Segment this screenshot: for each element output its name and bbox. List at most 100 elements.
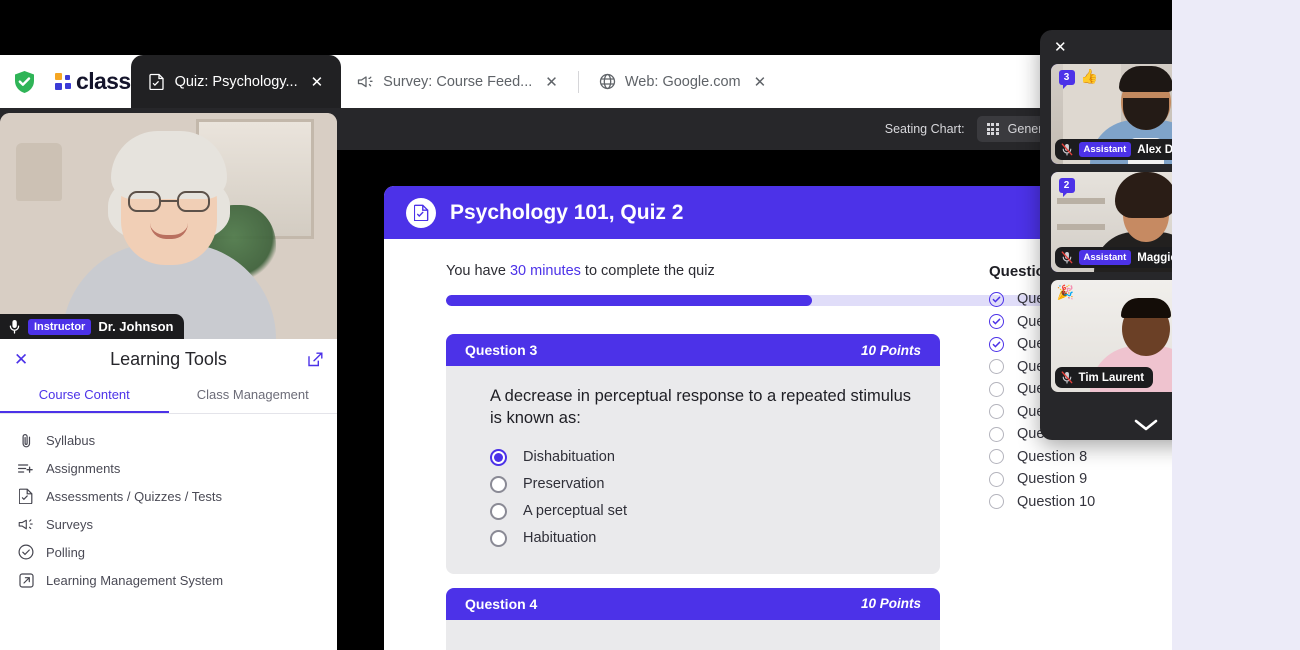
radio-button[interactable] <box>490 503 507 520</box>
radio-button-selected[interactable] <box>490 449 507 466</box>
tab-label: Quiz: Psychology... <box>175 74 298 90</box>
close-icon[interactable]: ✕ <box>311 73 324 91</box>
sidebar-item-lms[interactable]: Learning Management System <box>0 566 337 594</box>
quiz-progress-bar <box>446 295 1056 306</box>
empty-circle-icon <box>989 449 1004 464</box>
question-points: 10 Points <box>861 596 921 611</box>
page-title: Learning Tools <box>0 349 337 370</box>
verified-shield-icon <box>14 70 35 94</box>
tab-survey-course-feedback[interactable]: Survey: Course Feed... ✕ <box>341 55 574 108</box>
answer-option[interactable]: Dishabituation <box>490 444 918 471</box>
answer-option[interactable]: Preservation <box>490 471 918 498</box>
timer-value: 30 minutes <box>510 263 581 279</box>
class-logo-text: class <box>76 68 131 95</box>
check-circle-icon <box>18 544 34 560</box>
question-card-header: Question 4 10 Points <box>446 588 940 620</box>
question-nav-item[interactable]: Question 9 <box>989 468 1164 491</box>
video-panel-header: ✕ <box>1040 30 1172 64</box>
question-card: Question 3 10 Points A decrease in perce… <box>446 334 940 574</box>
answer-option[interactable]: A perceptual set <box>490 498 918 525</box>
participants-video-panel: ✕ 3 👍 <box>1040 30 1172 440</box>
sidebar-item-label: Assignments <box>46 461 120 476</box>
question-number: Question 4 <box>465 596 537 612</box>
tab-label: Survey: Course Feed... <box>383 74 532 90</box>
microphone-muted-icon <box>1061 251 1073 264</box>
close-icon[interactable]: ✕ <box>754 73 767 91</box>
answer-option[interactable]: Habituation <box>490 525 918 552</box>
question-nav-label: Question 10 <box>1017 494 1095 510</box>
participant-name-chip: Assistant Maggie Park <box>1055 247 1173 268</box>
tab-class-management[interactable]: Class Management <box>169 379 338 413</box>
quiz-document-icon <box>149 73 166 90</box>
instructor-avatar <box>54 153 284 339</box>
question-number: Question 3 <box>465 342 537 358</box>
sidebar-item-label: Learning Management System <box>46 573 223 588</box>
chevron-down-icon[interactable] <box>1040 414 1172 436</box>
learning-tools-list: Syllabus Assignments <box>0 414 337 594</box>
quiz-progress-fill <box>446 295 812 306</box>
close-icon[interactable]: ✕ <box>545 73 558 91</box>
question-card-body <box>446 620 940 650</box>
sidebar-item-syllabus[interactable]: Syllabus <box>0 426 337 454</box>
microphone-icon <box>8 319 21 334</box>
instructor-name-chip: Instructor Dr. Johnson <box>0 314 184 339</box>
browser-tab-bar: class Quiz: Psychology... ✕ <box>0 55 1172 108</box>
sidebar-item-assignments[interactable]: Assignments <box>0 454 337 482</box>
quiz-document-icon <box>406 198 436 228</box>
quiz-document-icon <box>18 488 34 504</box>
participant-name: Alex Dennis <box>1137 144 1172 156</box>
participant-video-tile[interactable]: 2 Assistant Maggie Park <box>1051 172 1173 272</box>
learning-tools-tabs: Course Content Class Management <box>0 379 337 414</box>
question-nav-item[interactable]: Question 10 <box>989 491 1164 514</box>
tab-course-content[interactable]: Course Content <box>0 379 169 413</box>
participant-name: Dr. Johnson <box>98 319 173 334</box>
question-points: 10 Points <box>861 343 921 358</box>
grid-icon <box>987 123 999 135</box>
sidebar-item-assessments[interactable]: Assessments / Quizzes / Tests <box>0 482 337 510</box>
sidebar-item-label: Syllabus <box>46 433 95 448</box>
empty-circle-icon <box>989 427 1004 442</box>
raise-hand-count-badge: 3 <box>1059 70 1075 85</box>
sidebar-item-label: Surveys <box>46 517 93 532</box>
sidebar-item-polling[interactable]: Polling <box>0 538 337 566</box>
question-text: A decrease in perceptual response to a r… <box>490 385 918 430</box>
question-card-body: A decrease in perceptual response to a r… <box>446 366 940 574</box>
sidebar-item-surveys[interactable]: Surveys <box>0 510 337 538</box>
participant-name-chip: Tim Laurent <box>1055 367 1154 388</box>
radio-button[interactable] <box>490 476 507 493</box>
empty-circle-icon <box>989 472 1004 487</box>
participant-video-tile[interactable]: 🎉 Tim Laurent <box>1051 280 1173 392</box>
close-icon[interactable]: ✕ <box>1054 38 1067 56</box>
question-nav-item[interactable]: Question 8 <box>989 446 1164 469</box>
raise-hand-count-badge: 2 <box>1059 178 1075 193</box>
answer-option-label: A perceptual set <box>523 503 627 519</box>
sidebar-item-label: Assessments / Quizzes / Tests <box>46 489 222 504</box>
brand-zone: class <box>0 55 131 108</box>
question-nav-label: Question 9 <box>1017 471 1087 487</box>
participant-name: Tim Laurent <box>1079 372 1145 384</box>
check-circle-icon <box>989 314 1004 329</box>
answer-option-label: Preservation <box>523 476 604 492</box>
app-window: class Quiz: Psychology... ✕ <box>0 0 1172 650</box>
answer-option-label: Dishabituation <box>523 449 615 465</box>
radio-button[interactable] <box>490 530 507 547</box>
timer-prefix: You have <box>446 263 510 279</box>
role-badge: Instructor <box>28 319 91 335</box>
check-circle-icon <box>989 292 1004 307</box>
tab-web-google[interactable]: Web: Google.com ✕ <box>583 55 782 108</box>
question-card: Question 4 10 Points <box>446 588 940 650</box>
role-badge: Assistant <box>1079 142 1132 157</box>
tab-quiz-psychology[interactable]: Quiz: Psychology... ✕ <box>131 55 342 108</box>
question-card-header: Question 3 10 Points <box>446 334 940 366</box>
microphone-muted-icon <box>1061 371 1073 384</box>
instructor-video-tile[interactable]: Instructor Dr. Johnson <box>0 113 337 339</box>
learning-tools-panel: ✕ Learning Tools Course Content Class Ma… <box>0 339 337 650</box>
sidebar-item-label: Polling <box>46 545 85 560</box>
participant-video-tile[interactable]: 3 👍 Assistant Alex Dennis <box>1051 64 1173 164</box>
role-badge: Assistant <box>1079 250 1132 265</box>
seating-chart-label: Seating Chart: <box>885 122 965 136</box>
list-add-icon <box>18 460 34 476</box>
empty-circle-icon <box>989 382 1004 397</box>
learning-tools-header: ✕ Learning Tools <box>0 339 337 379</box>
tab-separator <box>578 71 579 93</box>
